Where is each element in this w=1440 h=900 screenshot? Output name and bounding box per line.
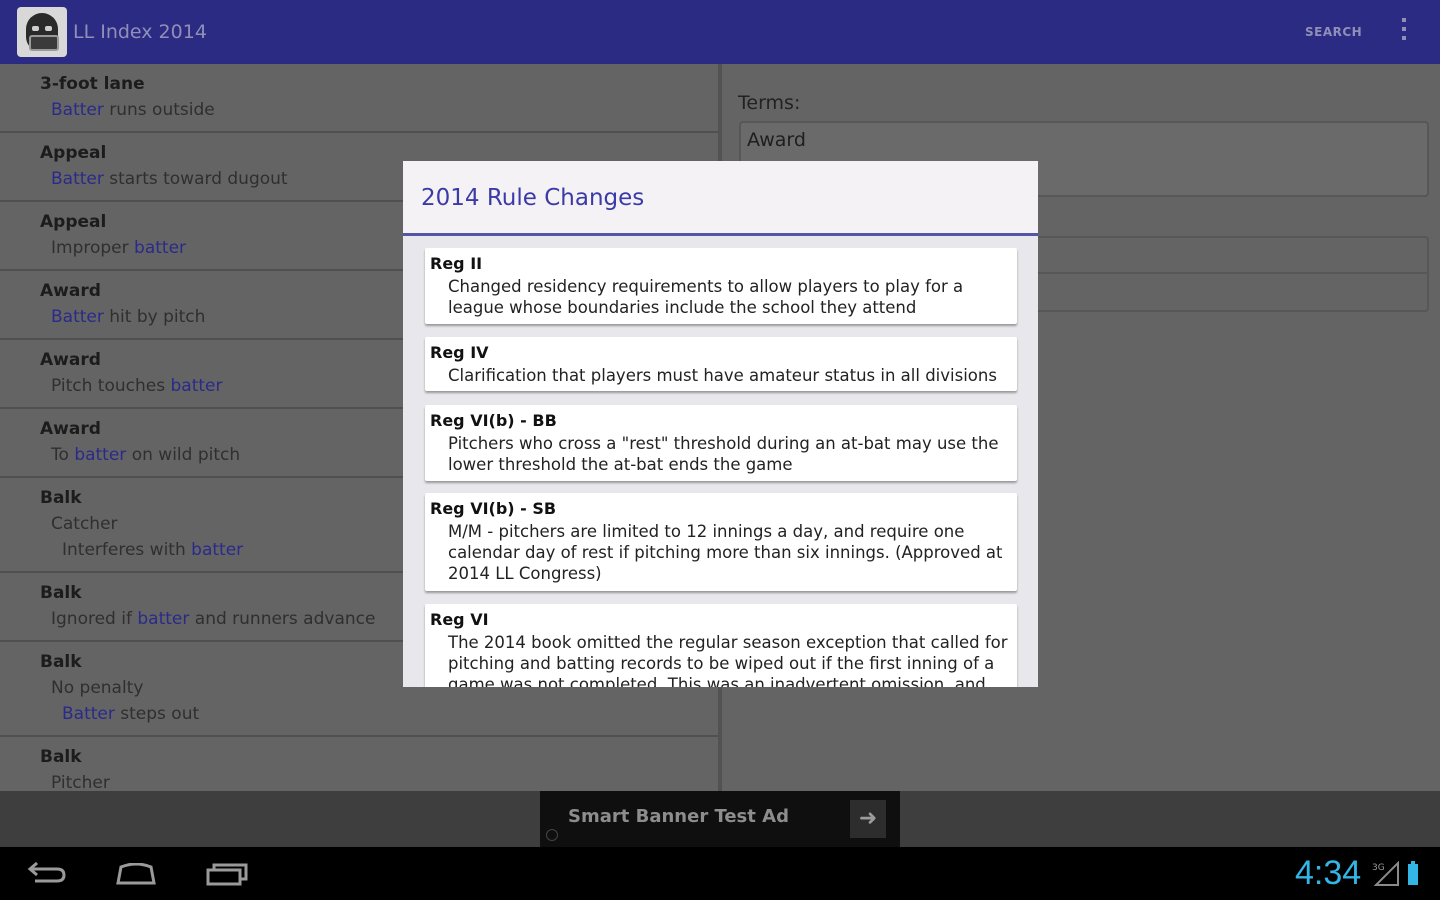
rule-change-card[interactable]: Reg II Changed residency requirements to …: [425, 248, 1017, 324]
highlighted-term: batter: [137, 609, 190, 629]
subline-text: steps out: [114, 704, 200, 724]
subline-text: runs outside: [103, 100, 215, 120]
ad-info-icon[interactable]: [546, 829, 558, 841]
rule-change-description: Changed residency requirements to allow …: [448, 277, 964, 317]
rule-changes-dialog[interactable]: 2014 Rule Changes Reg II Changed residenc…: [403, 161, 1038, 687]
system-nav-bar: 4:34 3G: [0, 847, 1440, 900]
highlighted-term: Batter: [62, 704, 115, 724]
network-type-label: 3G: [1372, 863, 1385, 873]
highlighted-term: batter: [74, 445, 127, 465]
recent-apps-icon[interactable]: [206, 862, 248, 886]
home-icon[interactable]: [115, 862, 156, 885]
highlighted-term: Batter: [51, 307, 104, 327]
ad-bar: Smart Banner Test Ad ➜: [0, 791, 1440, 847]
dialog-header: 2014 Rule Changes: [403, 161, 1038, 236]
clock[interactable]: 4:34: [1295, 854, 1361, 893]
highlighted-term: batter: [170, 376, 223, 396]
subline-text: hit by pitch: [103, 307, 206, 327]
subline-text: Catcher: [51, 514, 118, 534]
back-icon[interactable]: [27, 859, 67, 892]
rule-change-title: Reg VI(b) - SB: [430, 499, 557, 518]
highlighted-term: Batter: [51, 100, 104, 120]
rule-change-description: M/M - pitchers are limited to 12 innings…: [448, 522, 1003, 583]
list-item-title: 3-foot lane: [40, 74, 145, 94]
subline-text: and runners advance: [189, 609, 376, 629]
app-logo-icon[interactable]: [17, 7, 67, 57]
rule-change-card[interactable]: Reg IV Clarification that players must ha…: [425, 337, 1017, 391]
subline-text: on wild pitch: [126, 445, 241, 465]
highlighted-term: batter: [134, 238, 187, 258]
app-title: LL Index 2014: [73, 21, 207, 43]
rule-change-title: Reg II: [430, 254, 483, 273]
rule-change-card[interactable]: Reg VI(b) - BB Pitchers who cross a "rest…: [425, 405, 1017, 481]
list-item-title: Balk: [40, 747, 82, 767]
rule-change-card[interactable]: Reg VI(b) - SB M/M - pitchers are limited…: [425, 493, 1017, 591]
list-item-subline: Batter steps out: [62, 701, 718, 727]
rule-change-title: Reg IV: [430, 343, 489, 362]
terms-value: Award: [747, 129, 806, 151]
subline-text: No penalty: [51, 678, 144, 698]
subline-text: To: [51, 445, 75, 465]
list-item-subline: Pitcher: [51, 770, 718, 791]
rule-change-card[interactable]: Reg VI The 2014 book omitted the regular …: [425, 604, 1017, 687]
arrow-right-icon[interactable]: ➜: [850, 800, 886, 838]
subline-text: Pitcher: [51, 773, 110, 791]
subline-text: Ignored if: [51, 609, 138, 629]
list-item[interactable]: BalkPitcherDoes not face batter: [0, 737, 718, 791]
dialog-body[interactable]: Reg II Changed residency requirements to …: [403, 236, 1038, 687]
subline-text: starts toward dugout: [103, 169, 288, 189]
list-item[interactable]: 3-foot lane Batter runs outside: [0, 64, 718, 133]
ad-banner[interactable]: Smart Banner Test Ad ➜: [540, 791, 900, 847]
subline-text: Pitch touches: [51, 376, 171, 396]
rule-change-title: Reg VI: [430, 610, 489, 629]
status-icons[interactable]: 3G: [1372, 860, 1427, 887]
rule-change-description: The 2014 book omitted the regular season…: [448, 633, 1008, 687]
highlighted-term: Batter: [51, 169, 104, 189]
subline-text: Improper: [51, 238, 135, 258]
subline-text: Interferes with: [62, 540, 192, 560]
list-item-subline: Batter runs outside: [51, 97, 718, 123]
overflow-menu-icon[interactable]: [1400, 18, 1408, 46]
search-button[interactable]: SEARCH: [1305, 25, 1362, 39]
dialog-title: 2014 Rule Changes: [421, 185, 645, 211]
action-bar: LL Index 2014 SEARCH: [0, 0, 1440, 64]
ad-text: Smart Banner Test Ad: [568, 806, 789, 827]
terms-label: Terms:: [738, 92, 801, 114]
rule-change-description: Pitchers who cross a "rest" threshold du…: [448, 434, 999, 474]
rule-change-title: Reg VI(b) - BB: [430, 411, 557, 430]
rule-change-description: Clarification that players must have ama…: [448, 366, 997, 385]
highlighted-term: batter: [191, 540, 244, 560]
